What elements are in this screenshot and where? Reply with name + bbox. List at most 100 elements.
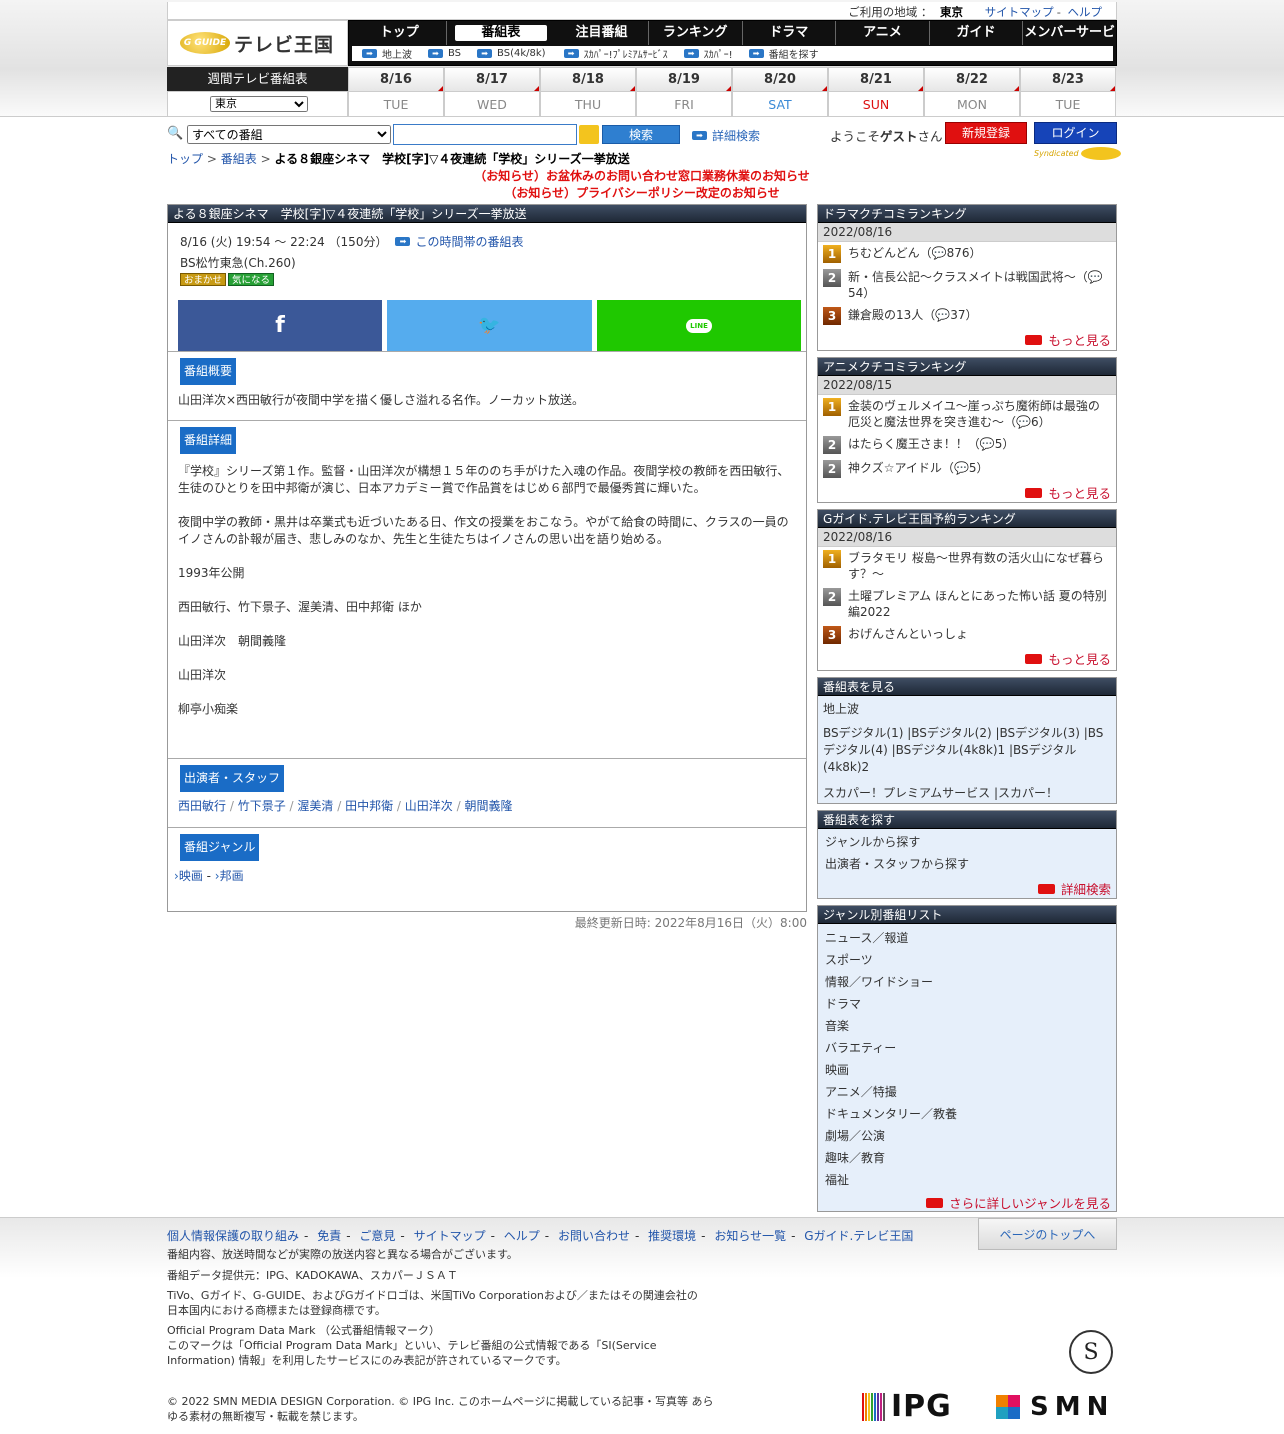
footer-link[interactable]: 個人情報保護の取り組み — [167, 1229, 299, 1243]
ranking-item[interactable]: 1 金装のヴェルメイユ～崖っぷち魔術師は最強の厄災と魔法世界を突き進む～（💬6） — [818, 395, 1116, 433]
nav-top[interactable]: トップ — [353, 21, 447, 45]
day-tab[interactable]: 8/19 FRI — [636, 67, 732, 117]
kininaru-badge[interactable]: 気になる — [228, 273, 275, 286]
login-button[interactable]: ログイン — [1034, 122, 1117, 144]
advanced-search-link[interactable]: ➡ 詳細検索 — [692, 127, 760, 144]
more-link[interactable]: もっと見る — [818, 328, 1116, 351]
day-tab[interactable]: 8/17 WED — [444, 67, 540, 117]
cast-link[interactable]: 竹下景子 — [238, 799, 286, 813]
notice-link[interactable]: （お知らせ）お盆休みのお問い合わせ窓口業務休業のお知らせ — [167, 167, 1117, 184]
page-top-button[interactable]: ページのトップへ — [978, 1218, 1117, 1250]
footer-link[interactable]: 免責 — [317, 1229, 341, 1243]
register-button[interactable]: 新規登録 — [945, 122, 1027, 144]
ranking-item[interactable]: 3 おげんさんといっしょ — [818, 623, 1116, 647]
cast-link[interactable]: 山田洋次 — [405, 799, 453, 813]
more-link[interactable]: もっと見る — [818, 647, 1116, 670]
ranking-item[interactable]: 3 鎌倉殿の13人（💬37） — [818, 304, 1116, 328]
genre-item[interactable]: ドラマ — [825, 993, 1109, 1015]
reservation-ranking-title: Gガイド.テレビ王国予約ランキング — [818, 510, 1116, 528]
day-tab[interactable]: 8/18 THU — [540, 67, 636, 117]
genre-item[interactable]: 趣味／教育 — [825, 1147, 1109, 1169]
footer-link[interactable]: 推奨環境 — [648, 1229, 696, 1243]
ranking-item[interactable]: 2 新・信長公記～クラスメイトは戦国武将～（💬54） — [818, 266, 1116, 304]
site-logo[interactable]: G GUIDE テレビ王国 — [167, 20, 348, 66]
footer-link[interactable]: ヘルプ — [504, 1229, 540, 1243]
sitemap-link[interactable]: サイトマップ — [985, 5, 1054, 19]
genre-item[interactable]: 劇場／公演 — [825, 1125, 1109, 1147]
ipg-logo: IPG — [862, 1389, 952, 1424]
ranking-item[interactable]: 1 ブラタモリ 桜島〜世界有数の活火山になぜ暮らす？〜 — [818, 547, 1116, 585]
subnav-bs4k[interactable]: ➡ BS(4k/8k) — [477, 48, 546, 59]
guide-terrestrial-link[interactable]: 地上波 — [818, 696, 1116, 721]
genre-item[interactable]: ニュース／報道 — [825, 927, 1109, 949]
day-tab[interactable]: 8/20 SAT — [732, 67, 828, 117]
genre-item[interactable]: 映画 — [825, 1059, 1109, 1081]
genre-list-title: ジャンル別番組リスト — [818, 906, 1116, 924]
day-tab[interactable]: 8/22 MON — [924, 67, 1020, 117]
arrow-icon: ➡ — [748, 49, 764, 58]
ranking-item[interactable]: 1 ちむどんどん（💬876） — [818, 242, 1116, 266]
facebook-share-button[interactable]: f — [178, 300, 382, 351]
genre-item[interactable]: 音楽 — [825, 1015, 1109, 1037]
director-text: 山田洋次 — [178, 668, 227, 682]
footer-link[interactable]: Gガイド.テレビ王国 — [804, 1229, 913, 1243]
genre-item[interactable]: スポーツ — [825, 949, 1109, 971]
help-link[interactable]: ヘルプ — [1068, 5, 1103, 19]
nav-program-guide[interactable]: 番組表 — [454, 25, 548, 41]
find-by-cast-link[interactable]: 出演者・スタッフから探す — [825, 853, 1109, 875]
footer-link[interactable]: ご意見 — [359, 1229, 395, 1243]
breadcrumb-guide[interactable]: 番組表 — [221, 152, 257, 166]
footer-link[interactable]: お知らせ一覧 — [714, 1229, 786, 1243]
subnav-skp[interactable]: ➡ ｽｶﾊﾟｰ! — [683, 46, 733, 61]
day-tab[interactable]: 8/23 TUE — [1020, 67, 1116, 117]
ranking-item[interactable]: 2 土曜プレミアム ほんとにあった怖い話 夏の特別編2022 — [818, 585, 1116, 623]
search-icon: 🔍 — [167, 126, 184, 141]
footer-link[interactable]: サイトマップ — [414, 1229, 486, 1243]
guide-skp-links[interactable]: スカパー！プレミアムサービス |スカパー！ — [818, 780, 1116, 805]
nav-anime[interactable]: アニメ — [836, 21, 930, 45]
ranking-item[interactable]: 2 神クズ☆アイドル（💬5） — [818, 457, 1116, 481]
genre-link-japanese-movie[interactable]: 邦画 — [220, 869, 244, 883]
day-tab[interactable]: 8/21 SUN — [828, 67, 924, 117]
gguide-logo-icon: G GUIDE — [180, 32, 230, 54]
ranking-item[interactable]: 2 はたらく魔王さま！！（💬5） — [818, 433, 1116, 457]
nav-ranking[interactable]: ランキング — [649, 21, 743, 45]
nav-featured[interactable]: 注目番組 — [555, 21, 649, 45]
cast-link[interactable]: 西田敏行 — [178, 799, 226, 813]
nav-drama[interactable]: ドラマ — [743, 21, 837, 45]
anime-ranking: アニメクチコミランキング 2022/08/15 1 金装のヴェルメイユ～崖っぷち魔… — [817, 357, 1117, 503]
more-link[interactable]: もっと見る — [818, 481, 1116, 504]
more-genres-link[interactable]: さらに詳しいジャンルを見る — [818, 1193, 1116, 1214]
subnav-bs[interactable]: ➡ BS — [428, 48, 461, 59]
find-by-genre-link[interactable]: ジャンルから探す — [825, 831, 1109, 853]
footer-link[interactable]: お問い合わせ — [558, 1229, 630, 1243]
genre-item[interactable]: バラエティー — [825, 1037, 1109, 1059]
time-slot-link[interactable]: ➡ この時間帯の番組表 — [395, 233, 523, 250]
genre-item[interactable]: 情報／ワイドショー — [825, 971, 1109, 993]
day-tab[interactable]: 8/16 TUE — [348, 67, 444, 117]
subnav-terrestrial[interactable]: ➡ 地上波 — [362, 46, 412, 61]
line-share-button[interactable]: LINE — [597, 300, 801, 351]
subnav-find[interactable]: ➡ 番組を探す — [748, 46, 819, 61]
search-scope-select[interactable]: すべての番組 — [187, 125, 391, 144]
notice-link[interactable]: （お知らせ）プライバシーポリシー改定のお知らせ — [167, 184, 1117, 201]
region-select[interactable]: 東京 — [210, 96, 308, 112]
advanced-search-link[interactable]: 詳細検索 — [818, 877, 1116, 900]
search-button[interactable]: 検索 — [602, 125, 680, 144]
genre-item[interactable]: ドキュメンタリー／教養 — [825, 1103, 1109, 1125]
nav-member[interactable]: メンバーサービス — [1023, 21, 1116, 64]
cast-link[interactable]: 渥美清 — [297, 799, 333, 813]
find-programs: 番組表を探す ジャンルから探す 出演者・スタッフから探す 詳細検索 — [817, 810, 1117, 899]
genre-item[interactable]: 福祉 — [825, 1169, 1109, 1191]
subnav-skp-premium[interactable]: ➡ ｽｶﾊﾟｰ!ﾌﾟﾚﾐｱﾑｻｰﾋﾞｽ — [563, 46, 668, 61]
twitter-share-button[interactable]: 🐦 — [387, 300, 592, 351]
cast-link[interactable]: 朝間義隆 — [464, 799, 512, 813]
guide-bs-links[interactable]: BSデジタル(1) |BSデジタル(2) |BSデジタル(3) |BSデジタル(… — [818, 721, 1116, 780]
omakase-badge[interactable]: おまかせ — [180, 273, 227, 286]
search-input[interactable] — [393, 124, 577, 145]
cast-link[interactable]: 田中邦衛 — [345, 799, 393, 813]
nav-guide[interactable]: ガイド — [930, 21, 1024, 45]
genre-link-movie[interactable]: 映画 — [179, 869, 203, 883]
breadcrumb-top[interactable]: トップ — [167, 152, 203, 166]
genre-item[interactable]: アニメ／特撮 — [825, 1081, 1109, 1103]
